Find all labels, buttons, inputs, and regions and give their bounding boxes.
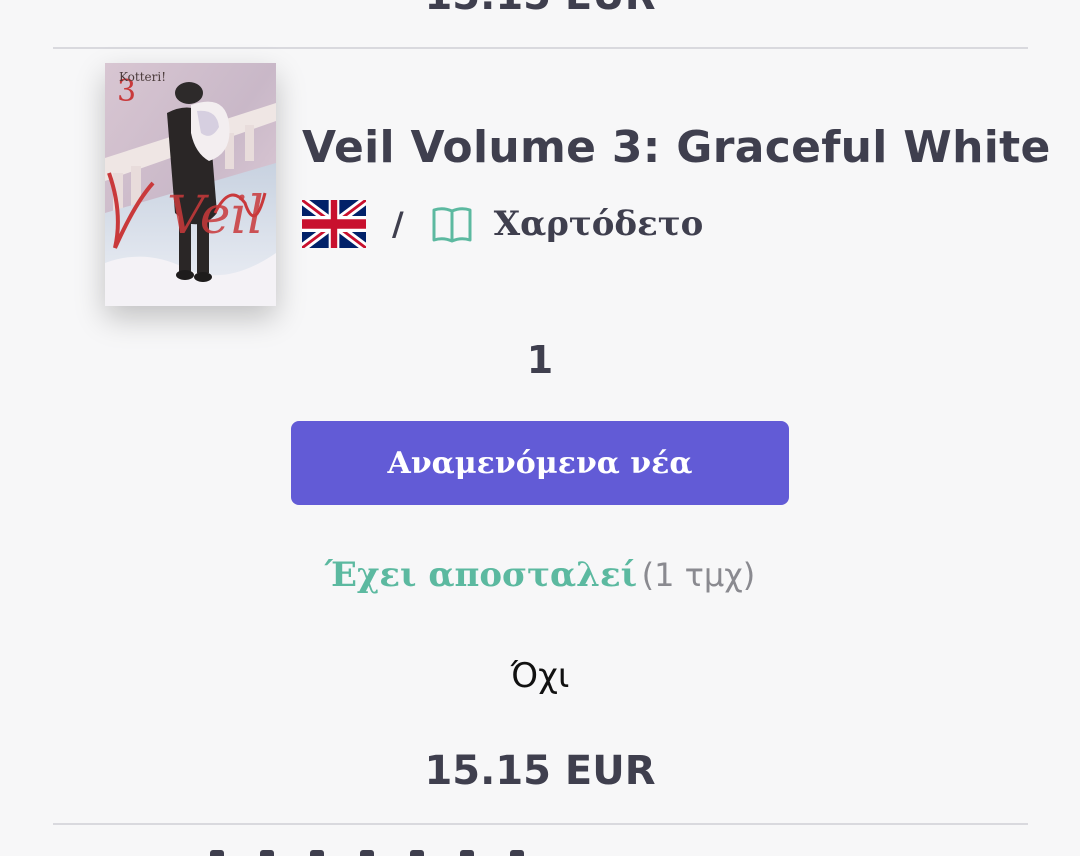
upcoming-news-button[interactable]: Αναμενόμενα νέα bbox=[291, 421, 789, 505]
status-text: Έχει αποσταλεί bbox=[324, 555, 638, 595]
uk-flag-icon bbox=[302, 200, 366, 248]
status-quantity: (1 τμχ) bbox=[641, 556, 756, 594]
option-value: Όχι bbox=[510, 656, 570, 696]
shipping-status: Έχει αποσταλεί (1 τμχ) bbox=[0, 555, 1080, 595]
cover-logo: Veil bbox=[167, 186, 264, 246]
product-meta: / Χαρτόδετο bbox=[302, 198, 703, 250]
order-items-page: 15.15 EUR bbox=[0, 0, 1080, 856]
format-label: Χαρτόδετο bbox=[493, 204, 704, 244]
cover-artwork: 3 Kotteri! Veil bbox=[105, 63, 276, 306]
previous-item-price: 15.15 EUR bbox=[0, 0, 1080, 22]
divider bbox=[53, 47, 1028, 49]
divider bbox=[53, 823, 1028, 825]
cover-publisher: Kotteri! bbox=[119, 70, 166, 84]
quantity-value: 1 bbox=[526, 338, 554, 382]
product-title[interactable]: Veil Volume 3: Graceful White bbox=[302, 122, 1051, 173]
item-price: 15.15 EUR bbox=[424, 748, 656, 794]
open-book-icon bbox=[432, 207, 472, 243]
book-cover-image[interactable]: 3 Kotteri! Veil bbox=[105, 63, 276, 306]
meta-separator: / bbox=[392, 205, 404, 243]
next-item-title-clipped bbox=[210, 834, 710, 856]
